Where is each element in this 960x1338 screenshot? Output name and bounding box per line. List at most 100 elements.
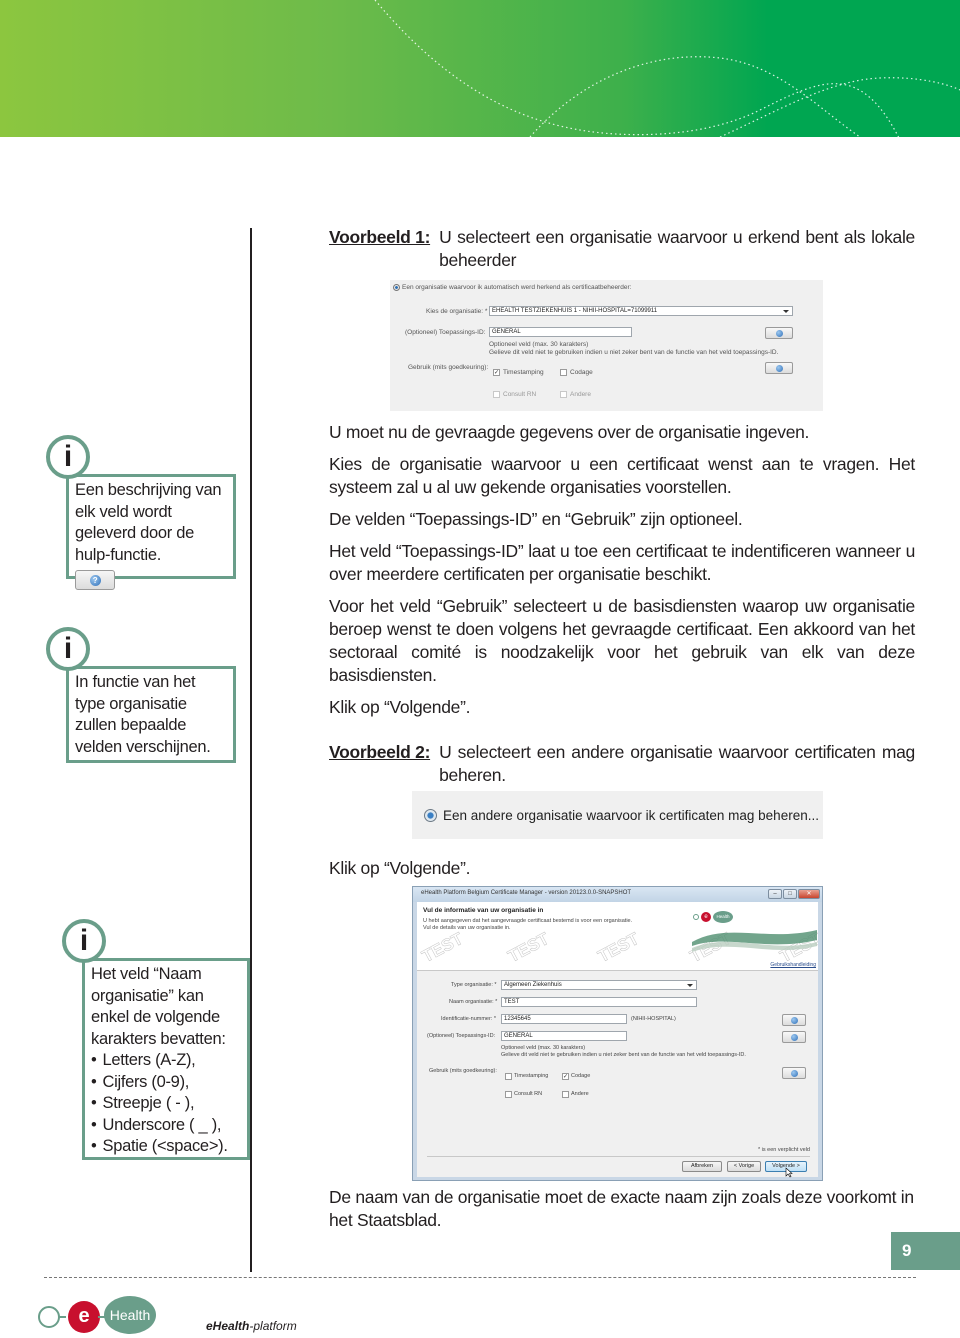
close-button[interactable]: ✕ <box>798 889 820 899</box>
allowed-characters-list: Letters (A-Z), Cijfers (0-9), Streepje (… <box>91 1050 241 1158</box>
test-watermark: TEST <box>504 928 553 967</box>
type-label: Type organisatie: * <box>451 982 497 988</box>
help-button-usage[interactable] <box>782 1067 806 1079</box>
info-icon: i <box>46 435 90 479</box>
page-number: 9 <box>891 1232 960 1270</box>
decorative-curves <box>374 0 960 137</box>
ehealth-logo: e Health <box>38 1296 168 1334</box>
info-box-org-type-text: In functie van het type organisatie zull… <box>75 673 211 756</box>
usage-label: Gebruik (mits goedkeuring): <box>429 1068 497 1074</box>
help-icon <box>790 1033 798 1041</box>
test-watermark: TEST <box>418 928 467 967</box>
instructions: U moet nu de gevraagde gegevens over de … <box>329 421 915 719</box>
help-icon <box>790 1016 798 1024</box>
paragraph-4: Het veld “Toepassings-ID” laat u toe een… <box>329 541 915 584</box>
logo-ring <box>693 914 699 920</box>
window-body: Vul de informatie van uw organisatie in … <box>417 902 818 1178</box>
minimize-button[interactable]: – <box>768 889 782 899</box>
window-title: eHealth Platform Belgium Certificate Man… <box>421 890 632 896</box>
checkbox-codage[interactable] <box>560 369 567 376</box>
screenshot-other-organisation: Een andere organisatie waarvoor ik certi… <box>412 791 823 839</box>
logo-e: e <box>701 912 711 922</box>
wizard-subtext-2: Vul de details van uw organisatie in. <box>423 925 511 931</box>
radio-other-org-label: Een andere organisatie waarvoor ik certi… <box>443 807 819 823</box>
info-box-org-type: In functie van het type organisatie zull… <box>66 666 236 763</box>
info-box-help-function-text: Een beschrijving van elk veld wordt gele… <box>75 481 222 564</box>
example-2: Voorbeeld 2: U selecteert een andere org… <box>329 741 915 787</box>
screenshot-certificate-manager-window: eHealth Platform Belgium Certificate Man… <box>412 886 823 1181</box>
checkbox-consult-rn[interactable] <box>493 391 500 398</box>
test-watermark: TEST <box>594 928 643 967</box>
id-input[interactable]: 12345645 <box>501 1014 627 1024</box>
maximize-button[interactable]: □ <box>783 889 797 899</box>
help-icon: ? <box>89 574 101 586</box>
checkbox-timestamping[interactable]: ✓ <box>493 369 500 376</box>
name-label: Naam organisatie: * <box>449 999 498 1005</box>
checkbox-timestamping[interactable] <box>505 1073 512 1080</box>
chevron-down-icon <box>783 310 789 313</box>
list-item: Underscore ( _ ), <box>91 1115 241 1137</box>
logo-connector <box>58 1316 66 1318</box>
org-label: Kies de organisatie: * <box>426 308 488 315</box>
user-manual-link[interactable]: Gebruikshandleiding <box>770 962 816 968</box>
checkbox-codage[interactable]: ✓ <box>562 1073 569 1080</box>
logo-e: e <box>68 1301 100 1333</box>
checkbox-consult-rn[interactable] <box>505 1091 512 1098</box>
screenshot-known-organisation: Een organisatie waarvoor ik automatisch … <box>390 280 823 411</box>
usage-label: Gebruik (mits goedkeuring): <box>408 364 489 371</box>
example-1: Voorbeeld 1: U selecteert een organisati… <box>329 226 915 272</box>
info-icon: i <box>46 627 90 671</box>
list-item: Streepje ( - ), <box>91 1093 241 1115</box>
id-suffix: (NIHII-HOSPITAL) <box>631 1016 676 1022</box>
example-1-text: U selecteert een organisatie waarvoor u … <box>439 227 915 270</box>
example-2-label: Voorbeeld 2: <box>329 742 431 762</box>
brand-name-rest: -platform <box>249 1319 297 1333</box>
name-input[interactable]: TEST <box>501 997 697 1007</box>
list-item: Spatie (<space>). <box>91 1136 241 1158</box>
org-select[interactable]: EHEALTH TESTZIEKENHUIS 1 - NIHII-HOSPITA… <box>489 306 793 316</box>
app-id-hint-1: Optioneel veld (max. 30 karakters) <box>489 341 589 348</box>
logo-ring <box>38 1306 60 1328</box>
checkbox-andere[interactable] <box>560 391 567 398</box>
previous-button[interactable]: < Vorige <box>727 1161 761 1172</box>
paragraph-click-next-1: Klik op “Volgende”. <box>329 697 471 717</box>
app-id-hint-1: Optioneel veld (max. 30 karakters) <box>501 1045 586 1051</box>
help-button-app-id[interactable] <box>782 1031 806 1043</box>
footer-divider <box>44 1277 916 1278</box>
radio-known-org[interactable] <box>393 284 400 291</box>
paragraph-2: Kies de organisatie waarvoor u een certi… <box>329 454 915 497</box>
chevron-down-icon <box>687 984 693 987</box>
help-icon <box>775 364 783 372</box>
logo-health: Health <box>104 1296 156 1334</box>
brand-name: eHealth-platform <box>206 1319 297 1333</box>
help-button-sample: ? <box>75 570 115 590</box>
checkbox-andere[interactable] <box>562 1091 569 1098</box>
checkbox-consult-rn-label: Consult RN <box>503 391 537 398</box>
info-box-help-function: Een beschrijving van elk veld wordt gele… <box>66 474 236 590</box>
app-id-label: (Optioneel) Toepassings-ID: <box>405 329 486 336</box>
paragraph-3: De velden “Toepassings-ID” en “Gebruik” … <box>329 509 743 529</box>
checkbox-timestamping-label: Timestamping <box>514 1073 549 1079</box>
paragraph-1: U moet nu de gevraagde gegevens over de … <box>329 422 810 442</box>
app-id-input[interactable]: GENERAL <box>489 327 632 337</box>
paragraph-staatsblad: De naam van de organisatie moet de exact… <box>329 1187 914 1230</box>
logo-health: Health <box>713 911 733 923</box>
type-select-value: Algemeen Ziekenhuis <box>504 982 562 988</box>
vertical-divider <box>250 228 252 1272</box>
list-item: Letters (A-Z), <box>91 1050 241 1072</box>
id-label: Identificatie-nummer: * <box>441 1016 497 1022</box>
checkbox-codage-label: Codage <box>570 369 593 376</box>
cancel-button[interactable]: Afbreken <box>682 1161 722 1172</box>
window-titlebar: eHealth Platform Belgium Certificate Man… <box>413 887 822 902</box>
help-button-usage[interactable] <box>765 362 793 374</box>
example-2-text: U selecteert een andere organisatie waar… <box>439 742 915 785</box>
checkbox-timestamping-label: Timestamping <box>503 369 544 376</box>
app-id-input[interactable]: GENERAL <box>501 1031 627 1041</box>
help-button-id[interactable] <box>782 1014 806 1026</box>
required-note: * is een verplicht veld <box>758 1147 810 1153</box>
app-id-label: (Optioneel) Toepassings-ID: <box>427 1033 496 1039</box>
type-select[interactable]: Algemeen Ziekenhuis <box>501 980 697 990</box>
radio-other-org[interactable] <box>424 808 437 822</box>
help-icon <box>790 1069 798 1077</box>
help-button-app-id[interactable] <box>765 327 793 339</box>
